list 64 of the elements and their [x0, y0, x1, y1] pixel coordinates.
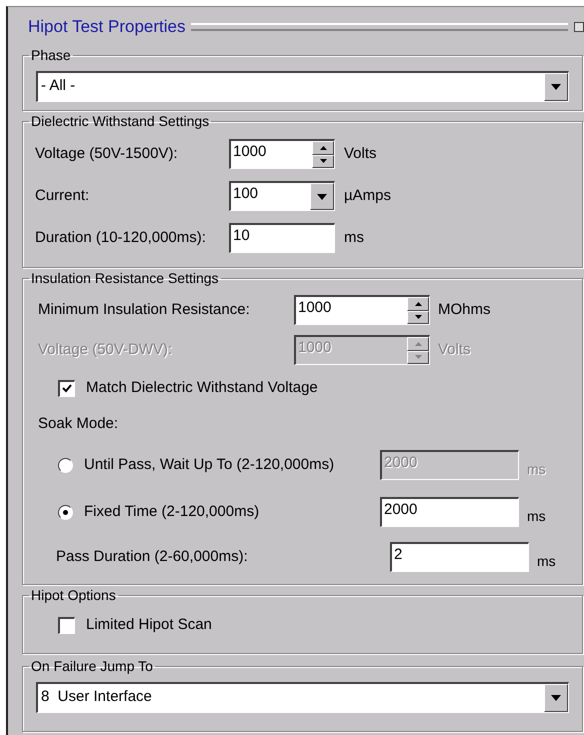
checkbox[interactable] — [58, 616, 75, 634]
down-arrow-icon — [414, 315, 422, 320]
unit-label: MOhms — [438, 300, 490, 320]
unit-label: ms — [537, 552, 556, 570]
unit-label: µAmps — [344, 186, 391, 206]
spin-up-button[interactable] — [312, 141, 334, 154]
field-value: 1000 — [232, 142, 268, 162]
unit-label: ms — [527, 460, 546, 478]
field-value: 8 User Interface — [40, 687, 153, 707]
checkmark-icon — [62, 384, 72, 393]
group-title: Phase — [30, 47, 72, 63]
up-arrow-icon — [414, 302, 422, 306]
dropdown-button[interactable] — [544, 684, 568, 712]
field-label: Minimum Insulation Resistance: — [38, 300, 251, 320]
caret-icon — [317, 194, 327, 200]
dropdown-button[interactable] — [544, 73, 568, 101]
down-arrow-icon — [414, 355, 422, 360]
field-value: 100 — [232, 184, 260, 204]
unit-label: Volts — [344, 144, 377, 164]
checkbox-label: Limited Hipot Scan — [86, 614, 212, 635]
section-label: Soak Mode: — [38, 414, 118, 434]
field-label: Duration (10-120,000ms): — [35, 228, 207, 248]
spin-down-button[interactable] — [312, 154, 334, 168]
radio-label: Fixed Time (2-120,000ms) — [84, 502, 260, 522]
radio-button[interactable] — [58, 504, 73, 520]
dropdown-field[interactable]: 100 — [229, 181, 335, 211]
radio-label: Until Pass, Wait Up To (2-120,000ms) — [84, 454, 336, 475]
input-field[interactable]: 2000 — [380, 497, 519, 527]
spin-up-button[interactable] — [407, 297, 429, 310]
field-label: Pass Duration (2-60,000ms): — [56, 546, 249, 567]
input-field[interactable]: 2 — [390, 542, 529, 572]
spin-field[interactable]: 1000 — [229, 139, 335, 169]
group-title: Insulation Resistance Settings — [30, 270, 220, 286]
checkbox[interactable] — [58, 380, 75, 396]
unit-label: ms — [527, 506, 546, 526]
up-arrow-icon — [320, 146, 326, 150]
panel-title: Hipot Test Properties — [28, 16, 186, 38]
caret-icon — [551, 695, 561, 701]
unit-label: Volts — [438, 340, 471, 360]
dropdown-button[interactable] — [310, 183, 334, 210]
down-arrow-icon — [320, 159, 326, 164]
field-value: 10 — [232, 226, 251, 246]
group-title: Dielectric Withstand Settings — [30, 113, 210, 129]
dropdown-field[interactable]: - All - — [36, 71, 569, 102]
field-value: - All - — [40, 76, 76, 96]
spin-down-button[interactable] — [407, 310, 429, 324]
field-value: 2000 — [383, 500, 418, 520]
restore-icon — [574, 22, 584, 32]
caret-icon — [551, 84, 561, 90]
group-title: Hipot Options — [30, 587, 117, 603]
field-label: Voltage (50V-DWV): — [38, 340, 174, 360]
group-title: On Failure Jump To — [30, 658, 154, 674]
field-value: 1000 — [297, 338, 332, 358]
field-value: 2000 — [383, 453, 418, 473]
field-value: 1000 — [297, 298, 332, 318]
dropdown-field[interactable]: 8 User Interface — [36, 682, 569, 713]
field-label: Current: — [35, 186, 90, 206]
field-label: Voltage (50V-1500V): — [35, 144, 179, 164]
checkbox-label: Match Dielectric Withstand Voltage — [86, 378, 318, 398]
unit-label: ms — [344, 228, 364, 248]
input-field[interactable]: 10 — [229, 223, 335, 253]
field-value: 2 — [393, 545, 404, 565]
spin-field[interactable]: 1000 — [294, 295, 430, 325]
up-arrow-icon — [414, 342, 422, 346]
